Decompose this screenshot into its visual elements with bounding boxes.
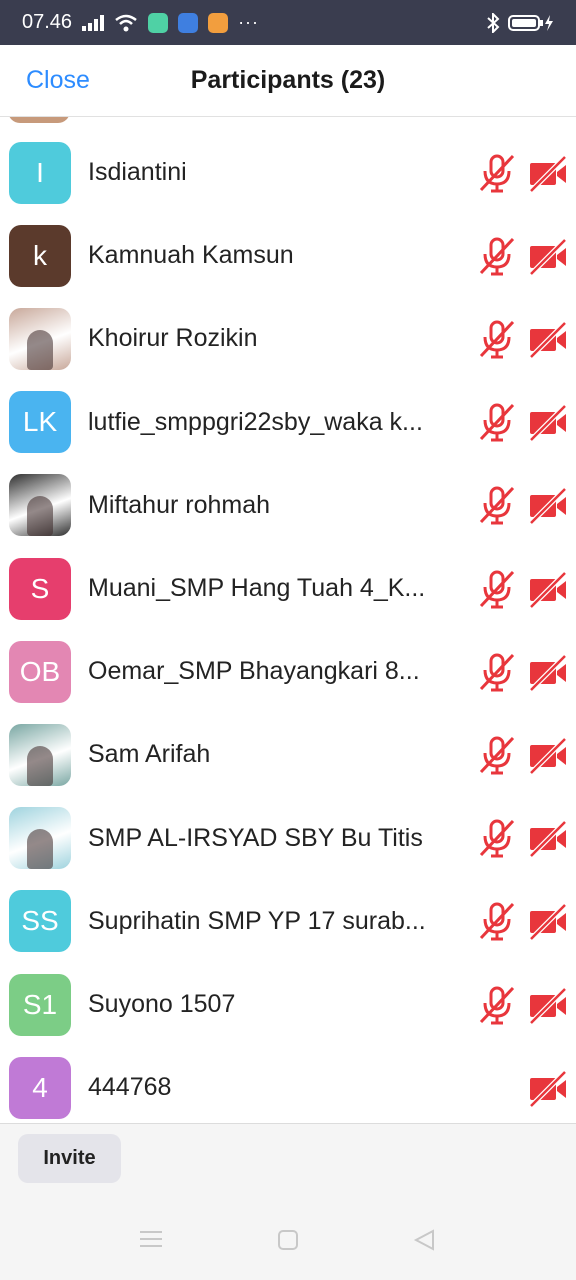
profile-photo [27, 496, 53, 537]
more-notifications-icon: ··· [238, 12, 260, 32]
mic-muted-icon[interactable] [477, 985, 517, 1025]
mic-muted-icon[interactable] [477, 735, 517, 775]
invite-button[interactable]: Invite [18, 1134, 121, 1183]
avatar [9, 723, 71, 786]
avatar: S1 [9, 973, 71, 1036]
video-off-icon[interactable] [528, 319, 568, 359]
participant-name: Miftahur rohmah [88, 490, 271, 519]
back-icon[interactable] [413, 1229, 435, 1251]
avatar [9, 807, 71, 870]
mic-muted-icon[interactable] [477, 652, 517, 692]
page-title: Participants (23) [190, 66, 386, 94]
status-time: 07.46 [22, 11, 73, 33]
mic-muted-icon[interactable] [477, 319, 517, 359]
participant-row[interactable]: I Isdiantini [0, 131, 576, 214]
participant-row[interactable]: 4 444768 [0, 1046, 576, 1123]
participant-row[interactable]: Khoirur Rozikin [0, 297, 576, 380]
avatar-initials: LK [22, 406, 58, 438]
status-bar: 07.46 ··· [0, 0, 576, 45]
signal-icon [82, 14, 105, 31]
video-off-icon[interactable] [528, 569, 568, 609]
profile-photo [27, 329, 53, 370]
participant-row[interactable]: Miftahur rohmah [0, 464, 576, 547]
participant-name: Suprihatin SMP YP 17 surab... [88, 906, 426, 935]
wifi-icon [115, 14, 137, 31]
video-off-icon[interactable] [528, 402, 568, 442]
mic-muted-icon[interactable] [477, 153, 517, 193]
participant-name: Isdiantini [88, 158, 187, 186]
avatar: I [9, 141, 71, 204]
avatar: SS [9, 890, 71, 953]
battery-charging-icon [508, 14, 553, 31]
participant-row[interactable]: LK lutfie_smppgri22sby_waka k... [0, 381, 576, 464]
participant-name: Oemar_SMP Bhayangkari 8... [88, 657, 420, 686]
video-off-icon[interactable] [528, 985, 568, 1025]
mic-muted-icon[interactable] [477, 818, 517, 858]
participant-row[interactable]: Sam Arifah [0, 713, 576, 796]
participant-row[interactable]: SS Suprihatin SMP YP 17 surab... [0, 880, 576, 963]
mic-muted-icon[interactable] [477, 402, 517, 442]
video-off-icon[interactable] [528, 901, 568, 942]
participant-name: SMP AL-IRSYAD SBY Bu Titis [88, 823, 423, 852]
profile-photo [27, 829, 53, 870]
video-off-icon[interactable] [528, 652, 568, 692]
participant-name: lutfie_smppgri22sby_waka k... [88, 407, 423, 436]
footer: Invite [0, 1123, 576, 1280]
avatar: 4 [9, 1056, 71, 1119]
avatar [8, 117, 70, 123]
participant-row[interactable]: k Kamnuah Kamsun [0, 214, 576, 297]
participant-name: Sam Arifah [88, 740, 211, 769]
mic-muted-icon[interactable] [477, 236, 517, 276]
avatar-initials: I [36, 156, 44, 188]
participant-list[interactable]: I Isdiantini k Kamnuah Kamsun Khoirur Roziki… [0, 117, 576, 1123]
app-notification-icon [148, 12, 169, 33]
avatar-initials: S1 [22, 988, 58, 1020]
avatar: S [9, 557, 71, 620]
participant-row[interactable]: S1 Suyono 1507 [0, 963, 576, 1046]
video-off-icon[interactable] [528, 485, 568, 526]
home-icon[interactable] [277, 1229, 299, 1251]
participant-name: Khoirur Rozikin [88, 324, 258, 353]
mic-muted-icon[interactable] [477, 901, 517, 941]
app-notification-icon [178, 12, 199, 33]
participant-name: Suyono 1507 [88, 990, 236, 1018]
video-off-icon[interactable] [528, 153, 568, 193]
avatar: k [9, 224, 71, 287]
app-notification-icon [208, 12, 229, 33]
system-nav-bar [0, 1219, 576, 1269]
avatar: LK [9, 391, 71, 454]
mic-muted-icon[interactable] [477, 485, 517, 525]
mic-muted-icon[interactable] [477, 569, 517, 609]
avatar: OB [9, 640, 71, 703]
participant-row[interactable]: SMP AL-IRSYAD SBY Bu Titis [0, 797, 576, 880]
recent-apps-icon[interactable] [140, 1229, 162, 1249]
bluetooth-icon [487, 12, 500, 33]
avatar-initials: 4 [32, 1071, 48, 1103]
video-off-icon[interactable] [528, 1068, 568, 1108]
participants-header: Close Participants (23) [0, 45, 576, 117]
profile-photo [27, 745, 53, 786]
participant-row[interactable]: OB Oemar_SMP Bhayangkari 8... [0, 630, 576, 713]
avatar-initials: S [30, 572, 50, 604]
participant-row[interactable]: S Muani_SMP Hang Tuah 4_K... [0, 547, 576, 630]
avatar [9, 474, 71, 537]
avatar-initials: k [33, 239, 47, 271]
avatar [9, 307, 71, 370]
participant-name: Kamnuah Kamsun [88, 241, 294, 270]
video-off-icon[interactable] [528, 735, 568, 775]
avatar-initials: SS [21, 905, 59, 937]
participant-name: Muani_SMP Hang Tuah 4_K... [88, 574, 426, 602]
participant-name: 444768 [88, 1073, 172, 1102]
video-off-icon[interactable] [528, 818, 568, 858]
video-off-icon[interactable] [528, 236, 568, 276]
avatar-initials: OB [19, 655, 61, 687]
